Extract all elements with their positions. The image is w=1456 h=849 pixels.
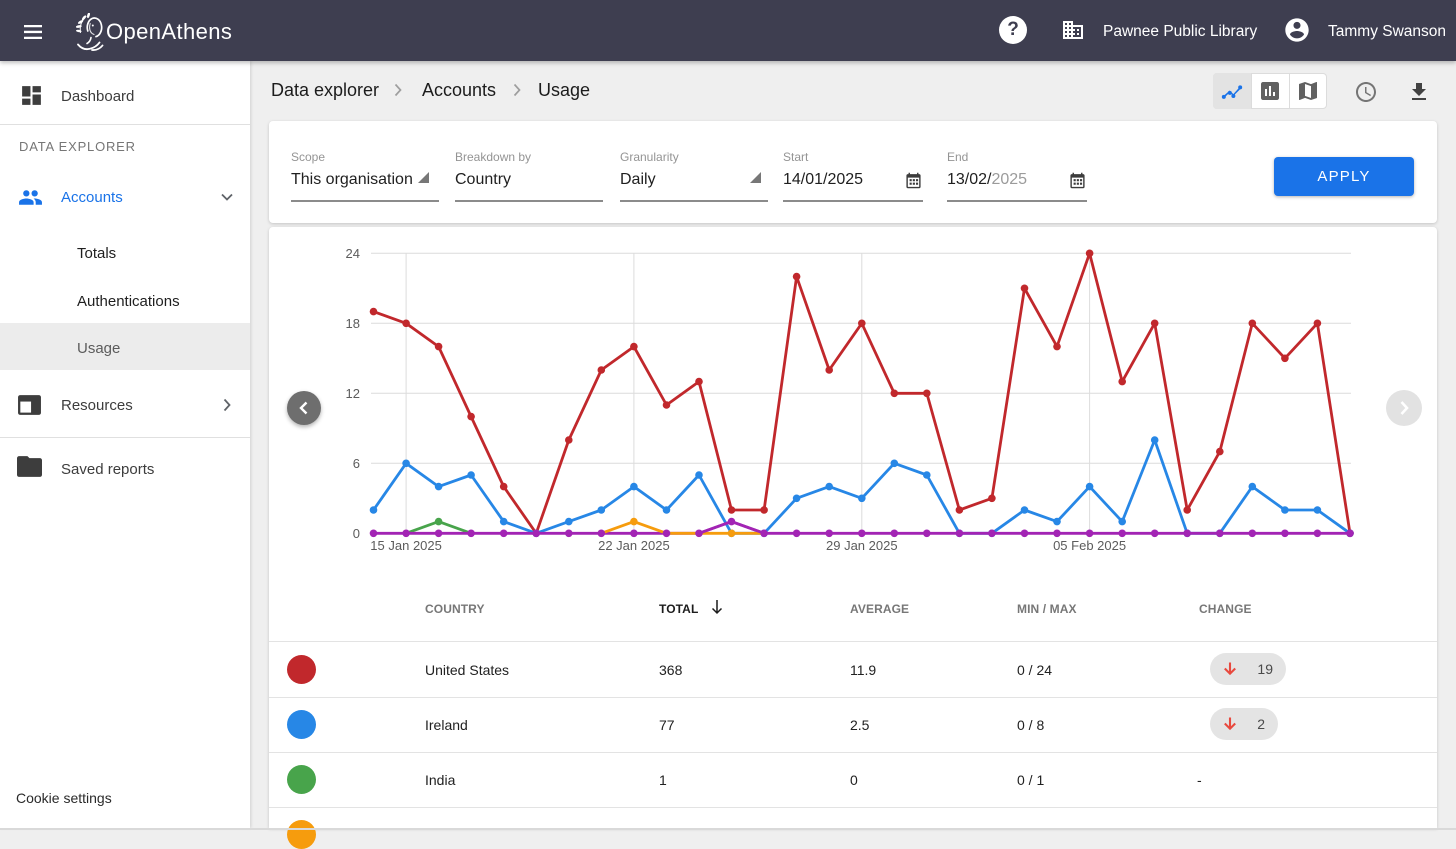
svg-text:15 Jan 2025: 15 Jan 2025 bbox=[370, 538, 442, 553]
svg-text:22 Jan 2025: 22 Jan 2025 bbox=[598, 538, 670, 553]
svg-text:24: 24 bbox=[346, 246, 360, 261]
svg-text:6: 6 bbox=[353, 456, 360, 471]
svg-text:18: 18 bbox=[346, 316, 360, 331]
svg-text:05 Feb 2025: 05 Feb 2025 bbox=[1053, 538, 1126, 553]
svg-text:29 Jan 2025: 29 Jan 2025 bbox=[826, 538, 898, 553]
svg-text:0: 0 bbox=[353, 526, 360, 541]
svg-text:12: 12 bbox=[346, 386, 360, 401]
